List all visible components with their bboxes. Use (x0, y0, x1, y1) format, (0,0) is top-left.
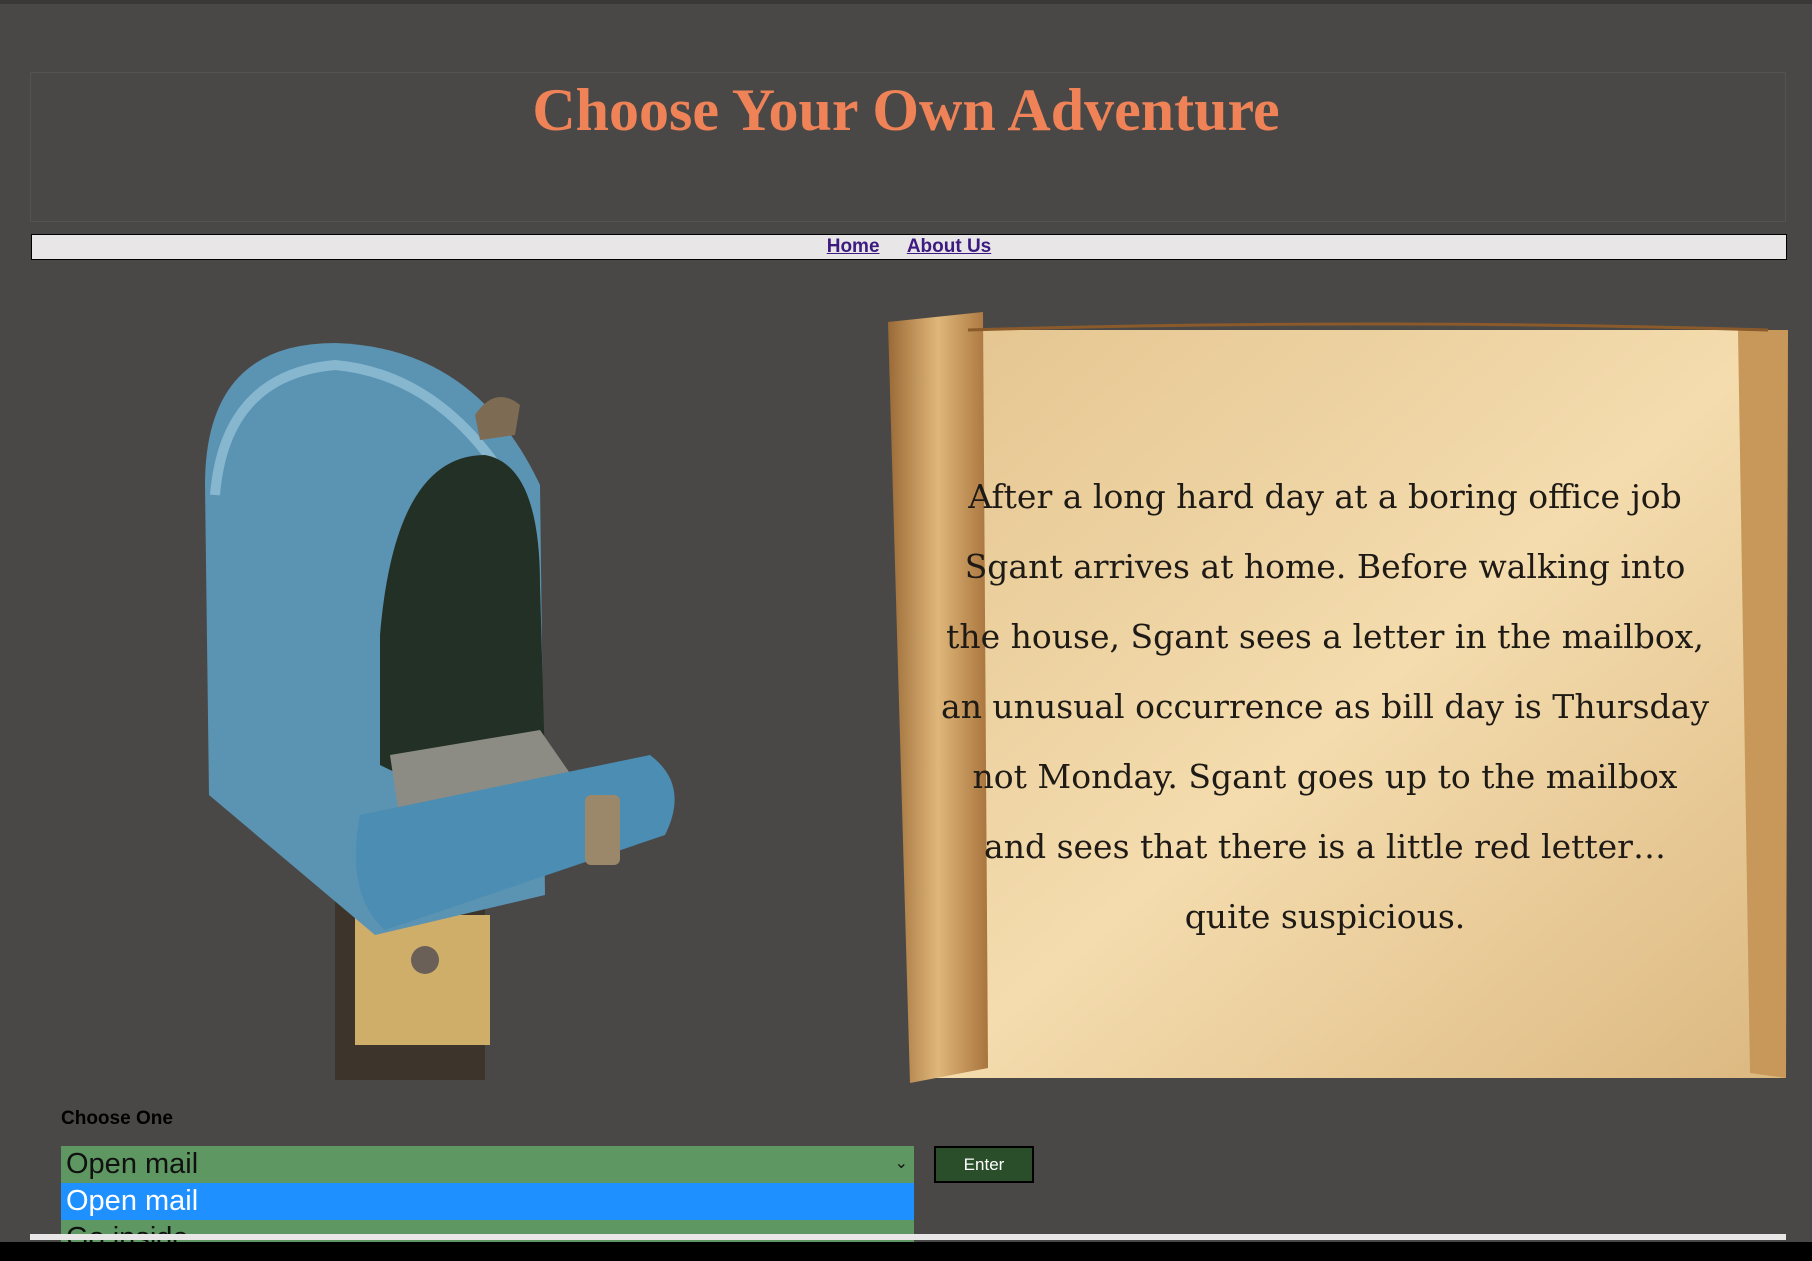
nav-link-about-us[interactable]: About Us (907, 236, 991, 257)
mailbox-image (205, 343, 675, 1080)
top-border (0, 0, 1812, 4)
enter-button[interactable]: Enter (934, 1146, 1034, 1183)
bottom-bar (0, 1242, 1812, 1261)
option-open-mail[interactable]: Open mail (61, 1183, 914, 1220)
chevron-down-icon: ⌄ (894, 1155, 908, 1172)
story-text: After a long hard day at a boring office… (941, 477, 1709, 936)
bottom-divider (30, 1234, 1786, 1240)
choice-select[interactable]: Open mail ⌄ (61, 1146, 914, 1183)
selected-value: Open mail (66, 1148, 199, 1180)
nav-link-home[interactable]: Home (827, 236, 880, 257)
page-title: Choose Your Own Adventure (532, 77, 1280, 143)
choose-label: Choose One (61, 1108, 173, 1129)
nav-bar: Home About Us (31, 234, 1787, 260)
